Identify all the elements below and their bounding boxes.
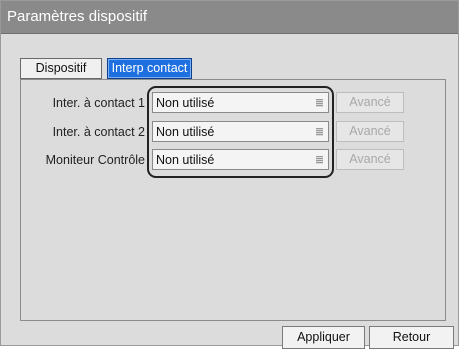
contact-2-advanced-button[interactable]: Avancé	[336, 121, 404, 142]
contact-2-label: Inter. à contact 2	[52, 125, 145, 139]
title-bar: Paramètres dispositif	[1, 1, 458, 34]
monitor-control-advanced-button[interactable]: Avancé	[336, 149, 404, 170]
dropdown-arrow-icon	[316, 99, 323, 107]
tab-panel	[20, 79, 446, 321]
contact-1-value: Non utilisé	[156, 96, 215, 110]
monitor-control-select[interactable]: Non utilisé	[152, 149, 329, 170]
settings-window: Paramètres dispositif Dispositif Interp …	[0, 0, 459, 349]
contact-2-value: Non utilisé	[156, 125, 215, 139]
contact-2-select[interactable]: Non utilisé	[152, 121, 329, 142]
contact-1-advanced-button[interactable]: Avancé	[336, 92, 404, 113]
contact-1-label: Inter. à contact 1	[52, 96, 145, 110]
contact-1-select[interactable]: Non utilisé	[152, 92, 329, 113]
monitor-control-value: Non utilisé	[156, 153, 215, 167]
dropdown-arrow-icon	[316, 128, 323, 136]
tab-interp-contact[interactable]: Interp contact	[107, 58, 192, 79]
monitor-control-label: Moniteur Contrôle	[45, 153, 145, 167]
window-title: Paramètres dispositif	[7, 8, 148, 25]
tab-dispositif[interactable]: Dispositif	[20, 58, 102, 79]
dropdown-arrow-icon	[316, 156, 323, 164]
